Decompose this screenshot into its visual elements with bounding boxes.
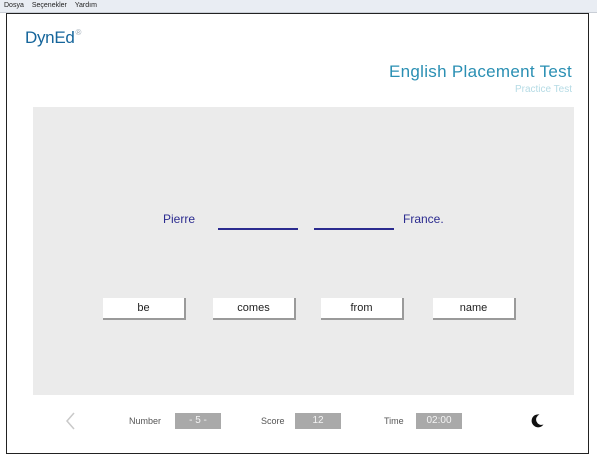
- option-button-from[interactable]: from: [321, 298, 404, 320]
- dyned-logo: DynEd®: [25, 28, 81, 48]
- logo-text: DynEd: [25, 28, 75, 47]
- option-button-be[interactable]: be: [103, 298, 186, 320]
- status-footer: Number - 5 - Score 12 Time 02:00: [7, 407, 590, 441]
- chevron-left-icon[interactable]: [61, 409, 81, 433]
- page-title: English Placement Test: [389, 62, 572, 81]
- sentence-word-end: France.: [403, 212, 444, 226]
- option-button-comes[interactable]: comes: [213, 298, 296, 320]
- score-value: 12: [295, 413, 341, 429]
- answer-blank-1[interactable]: [218, 228, 298, 230]
- number-label: Number: [129, 416, 162, 426]
- registered-mark: ®: [75, 28, 82, 37]
- sentence-word-start: Pierre: [163, 212, 196, 226]
- time-value: 02:00: [416, 413, 462, 429]
- score-label: Score: [261, 416, 285, 426]
- moon-icon: [531, 414, 544, 428]
- app-window: DynEd® English Placement Test Practice T…: [6, 13, 589, 454]
- number-value: - 5 -: [175, 413, 221, 429]
- menu-help[interactable]: Yardım: [71, 0, 101, 12]
- answer-blank-2[interactable]: [314, 228, 394, 230]
- option-button-name[interactable]: name: [433, 298, 516, 320]
- menu-file[interactable]: Dosya: [0, 0, 28, 12]
- menu-options[interactable]: Seçenekler: [28, 0, 71, 12]
- sentence: Pierre France.: [33, 210, 574, 232]
- time-label: Time: [384, 416, 404, 426]
- page-subtitle: Practice Test: [514, 84, 572, 95]
- question-panel: Pierre France. be comes from name: [33, 107, 574, 395]
- menu-bar: Dosya Seçenekler Yardım: [0, 0, 597, 13]
